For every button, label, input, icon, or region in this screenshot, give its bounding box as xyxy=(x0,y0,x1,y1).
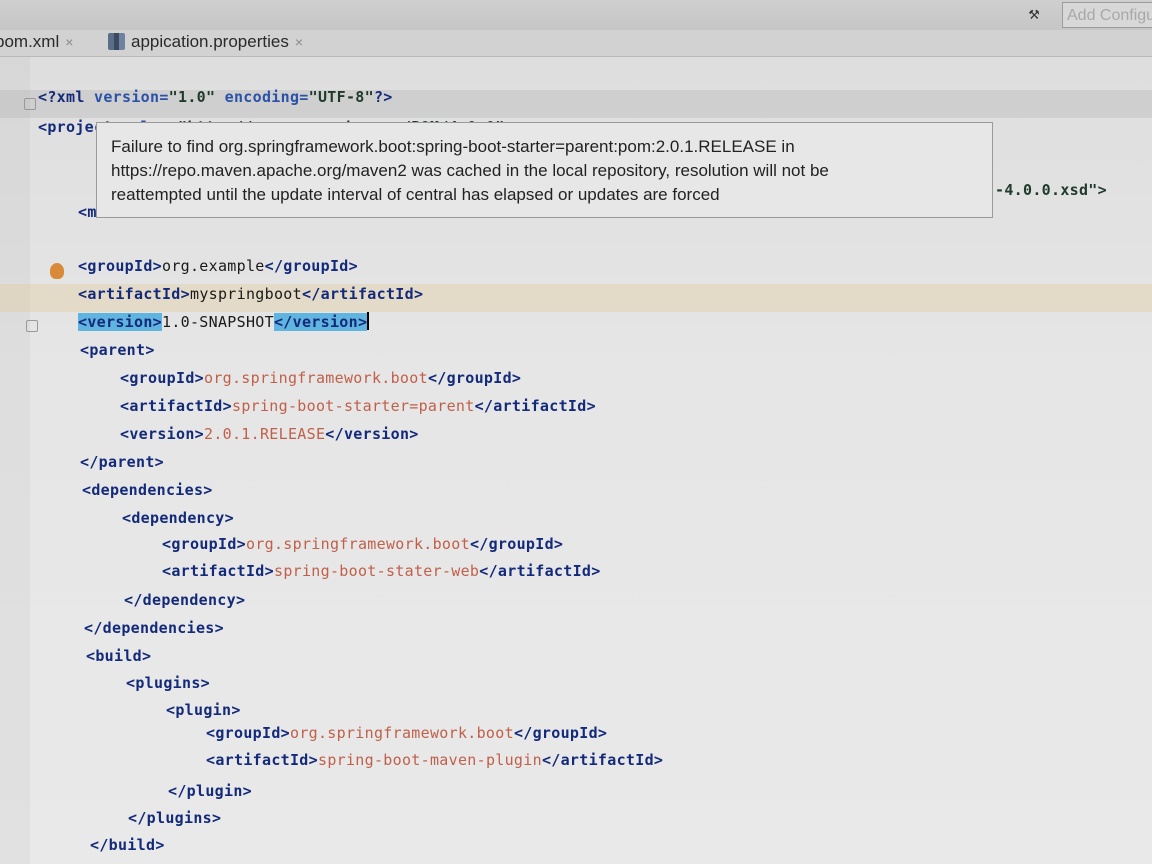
code-line: <groupId>org.example</groupId> xyxy=(78,230,358,275)
xml-value: 2.0.1.RELEASE xyxy=(203,425,326,443)
code-line: <artifactId>myspringboot</artifactId> xyxy=(78,258,423,303)
code-line: <groupId>org.springframework.boot</group… xyxy=(120,342,521,387)
code-line: </build> xyxy=(90,809,165,854)
xml-value: spring-boot-maven-plugin xyxy=(317,751,542,769)
editor-tab-bar: pom.xml × appication.properties × xyxy=(0,30,1152,57)
xml-token: </version> xyxy=(273,313,368,331)
code-line: </dependency> xyxy=(124,564,245,609)
tooltip-line: Failure to find org.springframework.boot… xyxy=(111,137,795,156)
tooltip-line: https://repo.maven.apache.org/maven2 was… xyxy=(111,161,829,180)
xml-token: </version> xyxy=(325,425,419,443)
editor-gutter xyxy=(0,57,30,864)
code-line: <build> xyxy=(86,620,151,665)
code-line: <project xmlns="http://maven.apache.org/… xyxy=(38,91,505,136)
xml-token: </build> xyxy=(90,836,165,854)
xml-value: 1.0-SNAPSHOT xyxy=(161,313,274,331)
code-line: <groupId>org.springframework.boot</group… xyxy=(206,697,607,742)
tab-application-properties[interactable]: appication.properties × xyxy=(108,30,303,56)
add-configuration-button[interactable]: Add Configu xyxy=(1062,2,1152,28)
code-line: -4.0.0.xsd"> xyxy=(995,154,1107,199)
xml-token: </artifactId> xyxy=(541,751,664,769)
code-line: <?xml version="1.0" encoding="UTF-8"?> xyxy=(38,61,393,106)
code-line: </plugins> xyxy=(128,782,221,827)
properties-file-icon xyxy=(108,33,125,50)
close-icon[interactable]: × xyxy=(65,34,73,50)
xml-token: -4.0.0.xsd"> xyxy=(995,181,1107,199)
fold-marker-icon[interactable] xyxy=(26,320,38,332)
code-line: <version>1.0-SNAPSHOT</version> xyxy=(78,286,370,331)
code-line: <artifactId>spring-boot-starter=parent</… xyxy=(120,370,596,415)
code-line: </dependencies> xyxy=(84,592,224,637)
code-line: <dependencies> xyxy=(82,454,213,499)
hammer-icon[interactable]: ⚒ xyxy=(1022,4,1046,24)
code-line: </parent> xyxy=(80,426,164,471)
error-tooltip: Failure to find org.springframework.boot… xyxy=(96,122,993,218)
xml-token: </artifactId> xyxy=(474,397,596,415)
close-icon[interactable]: × xyxy=(295,34,303,50)
main-toolbar: ⚒ Add Configu xyxy=(0,0,1152,30)
code-line: <plugin> xyxy=(166,674,241,719)
code-line: <groupId>org.springframework.boot</group… xyxy=(162,508,563,553)
code-line: </plugin> xyxy=(168,755,252,800)
xml-token: <m xyxy=(78,203,97,221)
fold-marker-icon[interactable] xyxy=(24,98,36,110)
tooltip-line: reattempted until the update interval of… xyxy=(111,185,720,204)
lightbulb-icon[interactable] xyxy=(50,263,64,279)
code-line: <artifactId>spring-boot-maven-plugin</ar… xyxy=(206,724,663,769)
code-line: <parent> xyxy=(80,314,155,359)
tab-pom-xml[interactable]: pom.xml × xyxy=(0,30,73,56)
text-caret xyxy=(367,312,370,330)
xml-token: </artifactId> xyxy=(479,562,601,580)
tab-label: appication.properties xyxy=(131,32,289,51)
code-line: <dependency> xyxy=(122,482,234,527)
code-line: <version>2.0.1.RELEASE</version> xyxy=(120,398,419,443)
xml-value: spring-boot-stater-web xyxy=(273,562,480,580)
tab-label: pom.xml xyxy=(0,32,60,51)
code-line: <artifactId>spring-boot-stater-web</arti… xyxy=(162,535,601,580)
code-line: <m xyxy=(78,176,97,221)
code-line: <plugins> xyxy=(126,647,210,692)
